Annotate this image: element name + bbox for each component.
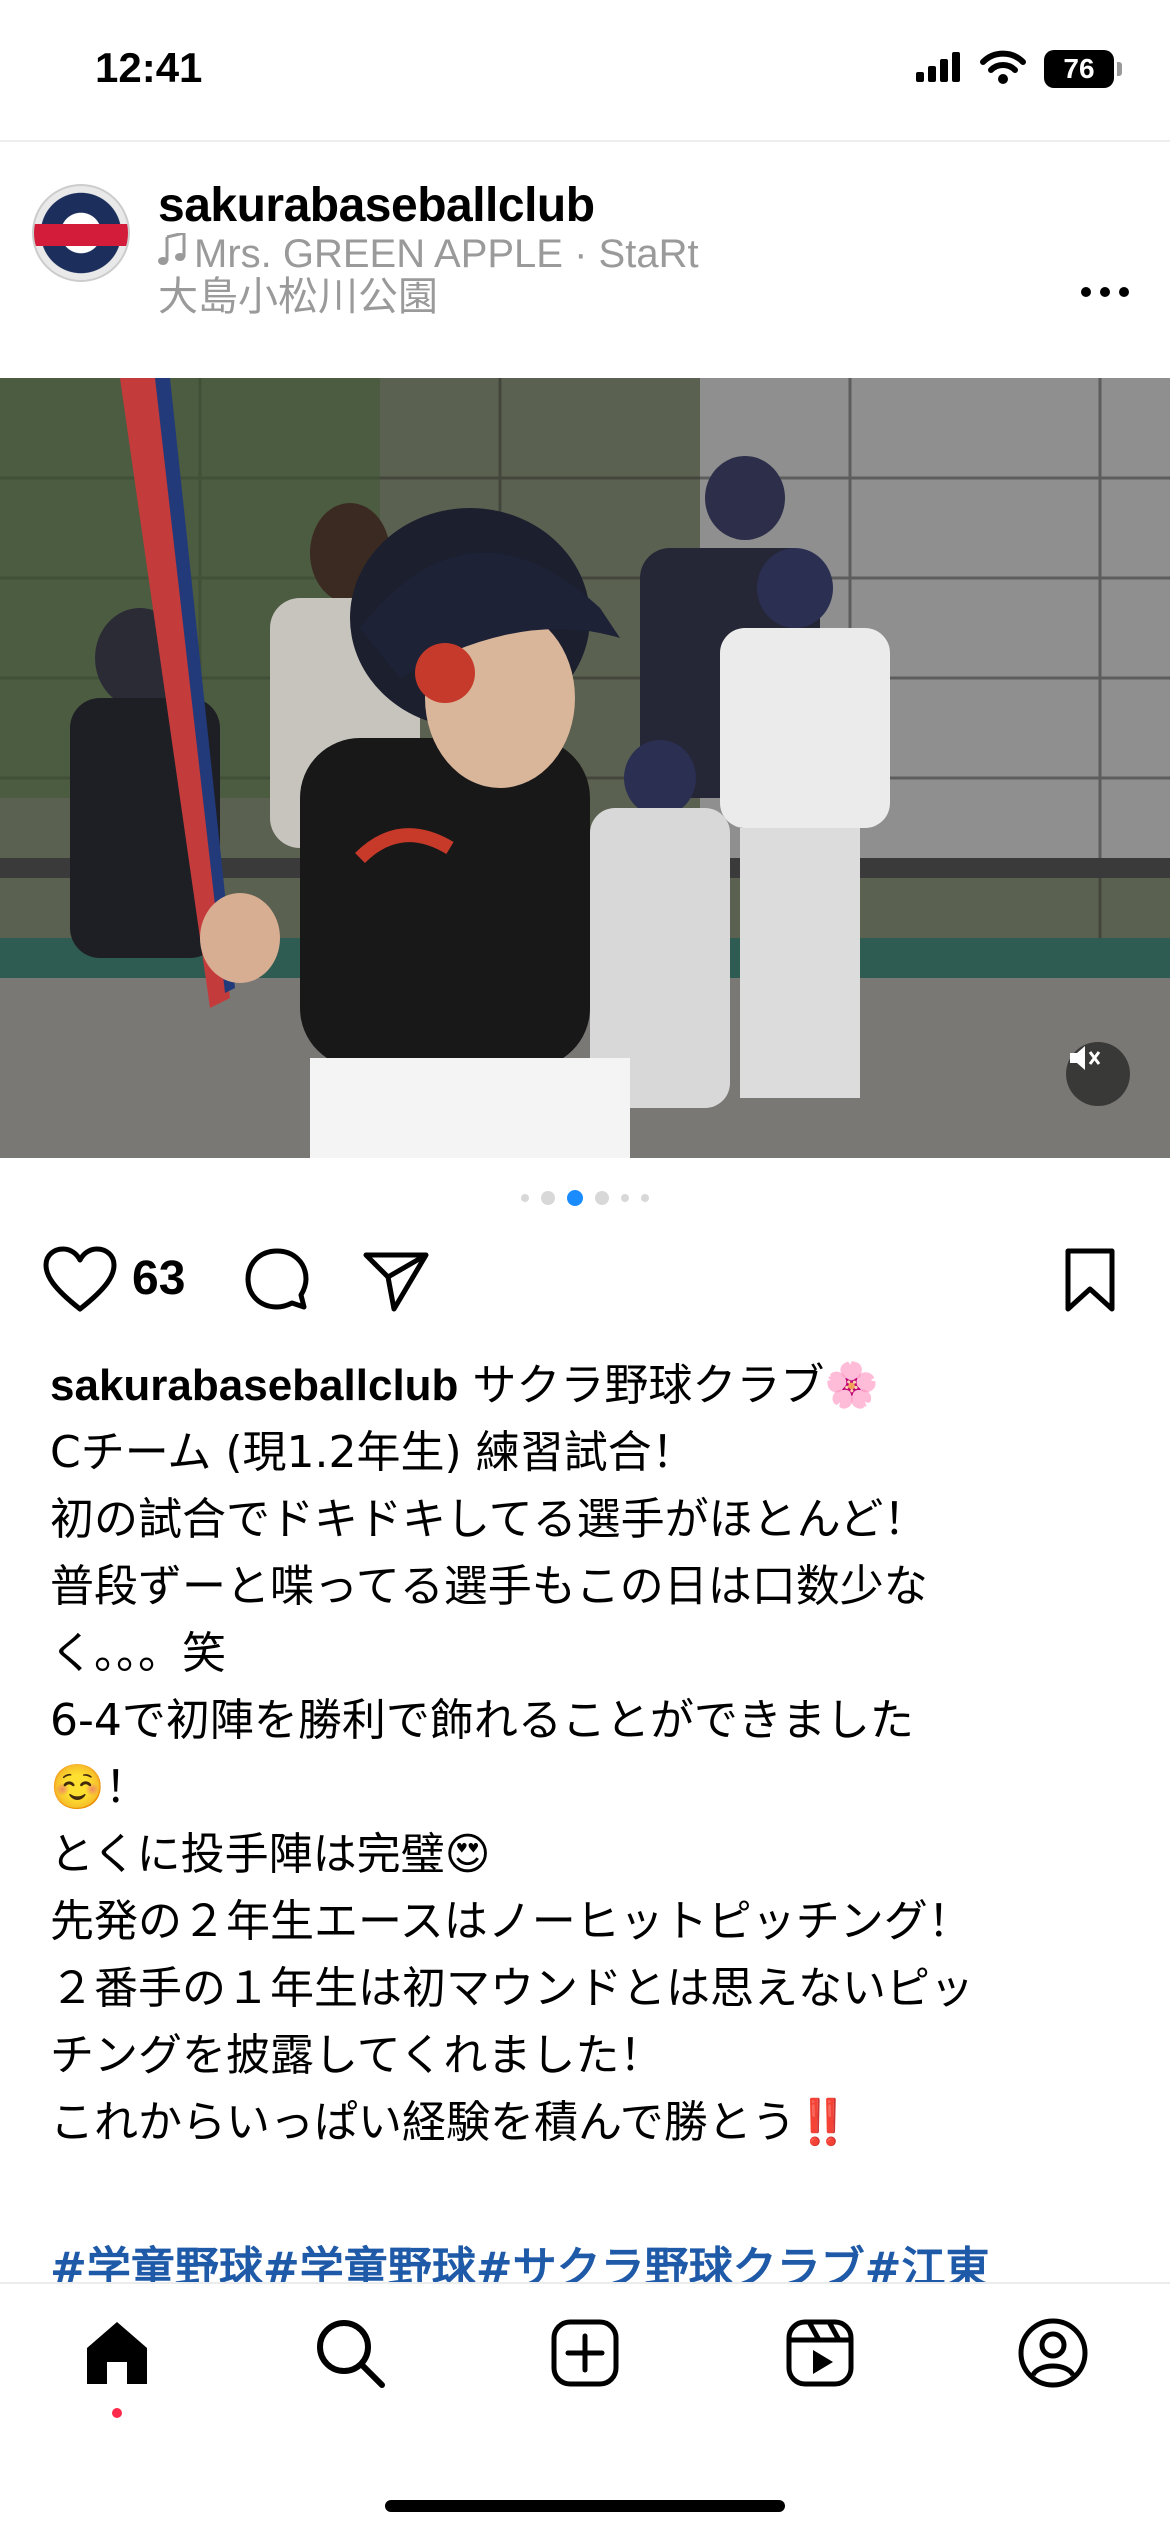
carousel-dot [521, 1194, 529, 1202]
home-notification-dot [112, 2408, 122, 2418]
caption-line-0: サクラ野球クラブ🌸 [472, 1360, 880, 1411]
caption-line-6: ☺️！ [50, 1762, 149, 1813]
battery-icon: 76 [1044, 50, 1122, 88]
avatar[interactable] [32, 184, 130, 282]
likes-count[interactable]: 63 [132, 1251, 185, 1306]
carousel-dot [541, 1191, 555, 1205]
post-header: sakurabaseballclub Mrs. GREEN APPLE · St… [0, 160, 1170, 360]
status-bar: 12:41 76 [0, 0, 1170, 140]
carousel-dot [595, 1191, 609, 1205]
caption-line-4: く。。。笑 [50, 1628, 226, 1679]
post-actions: 63 [0, 1245, 1170, 1325]
post-location[interactable]: 大島小松川公園 [158, 264, 438, 322]
bottom-nav [0, 2310, 1170, 2420]
caption-line-3: 普段ずーと喋ってる選手もこの日は口数少な [50, 1561, 928, 1612]
caption-line-8: 先発の２年生エースはノーヒットピッチング！ [50, 1896, 972, 1947]
nav-profile[interactable] [1008, 2310, 1098, 2400]
home-indicator [385, 2500, 785, 2512]
status-time: 12:41 [95, 44, 203, 91]
carousel-dot [567, 1190, 583, 1206]
bookmark-icon[interactable] [1060, 1245, 1120, 1319]
caption-line-11: これからいっぱい経験を積んで勝とう‼️ [50, 2097, 851, 2148]
nav-home[interactable] [72, 2310, 162, 2400]
profile-icon [1017, 2317, 1089, 2393]
send-icon[interactable] [360, 1245, 432, 1319]
nav-reels[interactable] [775, 2310, 865, 2400]
carousel-dot [641, 1194, 649, 1202]
caption-line-1: Cチーム (現1.2年生) 練習試合！ [50, 1427, 696, 1478]
post-username[interactable]: sakurabaseballclub [158, 178, 595, 233]
post-caption: sakurabaseballclub サクラ野球クラブ🌸 Cチーム (現1.2年… [50, 1352, 1130, 2156]
home-icon [81, 2318, 153, 2392]
photo-illustration [0, 378, 1170, 1158]
caption-line-5: 6-4で初陣を勝利で飾れることができました [50, 1695, 914, 1746]
create-icon [550, 2318, 620, 2392]
search-icon [314, 2317, 386, 2393]
more-icon[interactable] [1080, 252, 1130, 310]
status-icons: 76 [916, 50, 1122, 88]
post-photo[interactable] [0, 378, 1170, 1158]
signal-icon [916, 52, 962, 86]
comment-icon[interactable] [242, 1245, 312, 1319]
avatar-logo-band [34, 224, 128, 246]
nav-search[interactable] [305, 2310, 395, 2400]
battery-level: 76 [1063, 53, 1095, 84]
wifi-icon [980, 50, 1026, 88]
caption-line-10: チングを披露してくれました！ [50, 2030, 664, 2081]
nav-create[interactable] [540, 2310, 630, 2400]
carousel-dot [621, 1194, 629, 1202]
caption-line-7: とくに投手陣は完璧😍 [50, 1829, 491, 1880]
caption-line-9: ２番手の１年生は初マウンドとは思えないピッ [50, 1963, 974, 2014]
heart-icon[interactable] [42, 1245, 118, 1319]
caption-username[interactable]: sakurabaseballclub [50, 1361, 458, 1410]
caption-line-2: 初の試合でドキドキしてる選手がほとんど！ [50, 1494, 928, 1545]
carousel-indicator [0, 1190, 1170, 1206]
mute-button[interactable] [1066, 1042, 1130, 1106]
caption-first-line: sakurabaseballclub サクラ野球クラブ🌸 [50, 1352, 1130, 1419]
header-divider [0, 140, 1170, 142]
reels-icon [785, 2318, 855, 2392]
